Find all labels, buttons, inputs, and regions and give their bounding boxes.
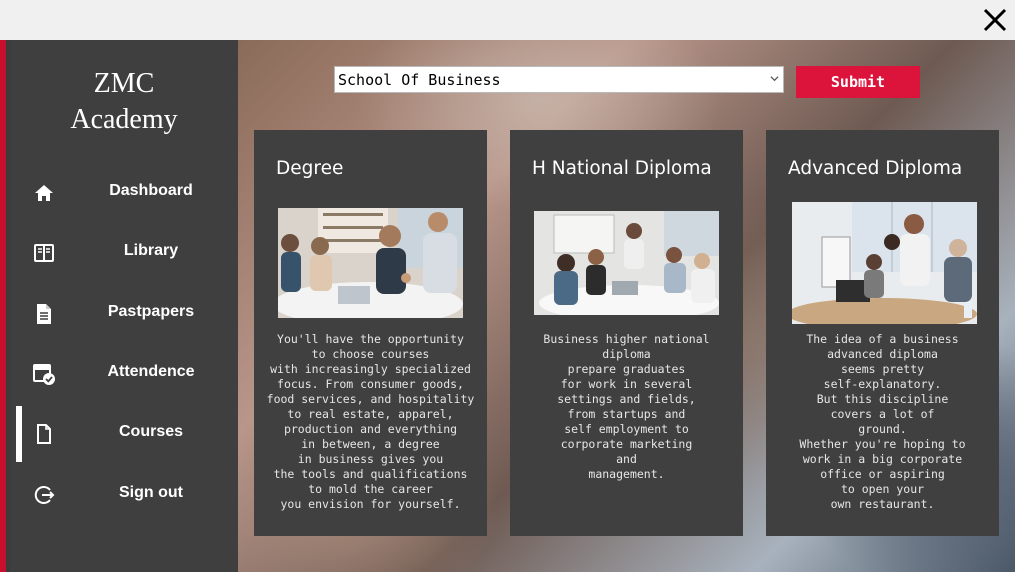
file-icon [37,424,51,444]
close-button[interactable] [981,6,1009,34]
document-icon [37,304,51,324]
team-meeting-photo [534,211,719,315]
card-title: Degree [276,158,344,179]
title-bar [0,0,1015,40]
brand-line-2: Academy [70,104,178,135]
course-school-select[interactable]: School Of Business [334,66,784,93]
sidebar-item-dashboard[interactable]: Dashboard [10,165,238,221]
chevron-down-icon [770,76,779,82]
office-discussion-photo [792,202,977,324]
submit-button[interactable]: Submit [796,66,920,98]
course-card-h-national-diploma: H National Diploma Business higher natio… [510,130,743,536]
sidebar-item-attendence[interactable]: Attendence [10,346,238,402]
accent-strip [0,40,10,572]
sidebar-item-pastpapers[interactable]: Pastpapers [10,286,238,342]
select-value: School Of Business [338,71,501,89]
card-title: H National Diploma [532,158,712,179]
sidebar-item-label: Attendence [107,363,195,380]
home-icon [35,185,53,201]
calendar-check-icon [33,364,55,385]
card-title: Advanced Diploma [788,158,963,179]
sidebar-item-label: Library [123,242,179,259]
sidebar-item-sign-out[interactable]: Sign out [10,467,238,523]
main-content: School Of Business Submit Degree You'll … [238,40,1015,572]
course-card-advanced-diploma: Advanced Diploma The idea of a business … [766,130,999,536]
business-meeting-photo [278,208,463,318]
sidebar-item-label: Dashboard [109,182,193,199]
brand-line-1: ZMC [93,68,155,99]
sidebar-item-courses[interactable]: Courses [10,406,238,462]
sidebar-item-label: Sign out [119,484,183,501]
sidebar-item-library[interactable]: Library [10,225,238,281]
card-description: The idea of a business advanced diploma … [799,332,966,511]
card-description: You'll have the opportunity to choose co… [266,332,475,511]
sidebar: ZMC Academy Dashboard Library Pastpapers [10,40,238,572]
course-card-degree: Degree You'll have the opportunity to ch… [254,130,487,536]
sidebar-item-label: Courses [118,423,184,440]
card-description: Business higher national diploma prepare… [543,332,710,481]
book-icon [34,244,54,262]
brand-logo: ZMC Academy [10,66,238,138]
sign-out-icon [34,486,55,504]
close-x-icon [983,8,1007,32]
sidebar-item-label: Pastpapers [107,303,195,320]
